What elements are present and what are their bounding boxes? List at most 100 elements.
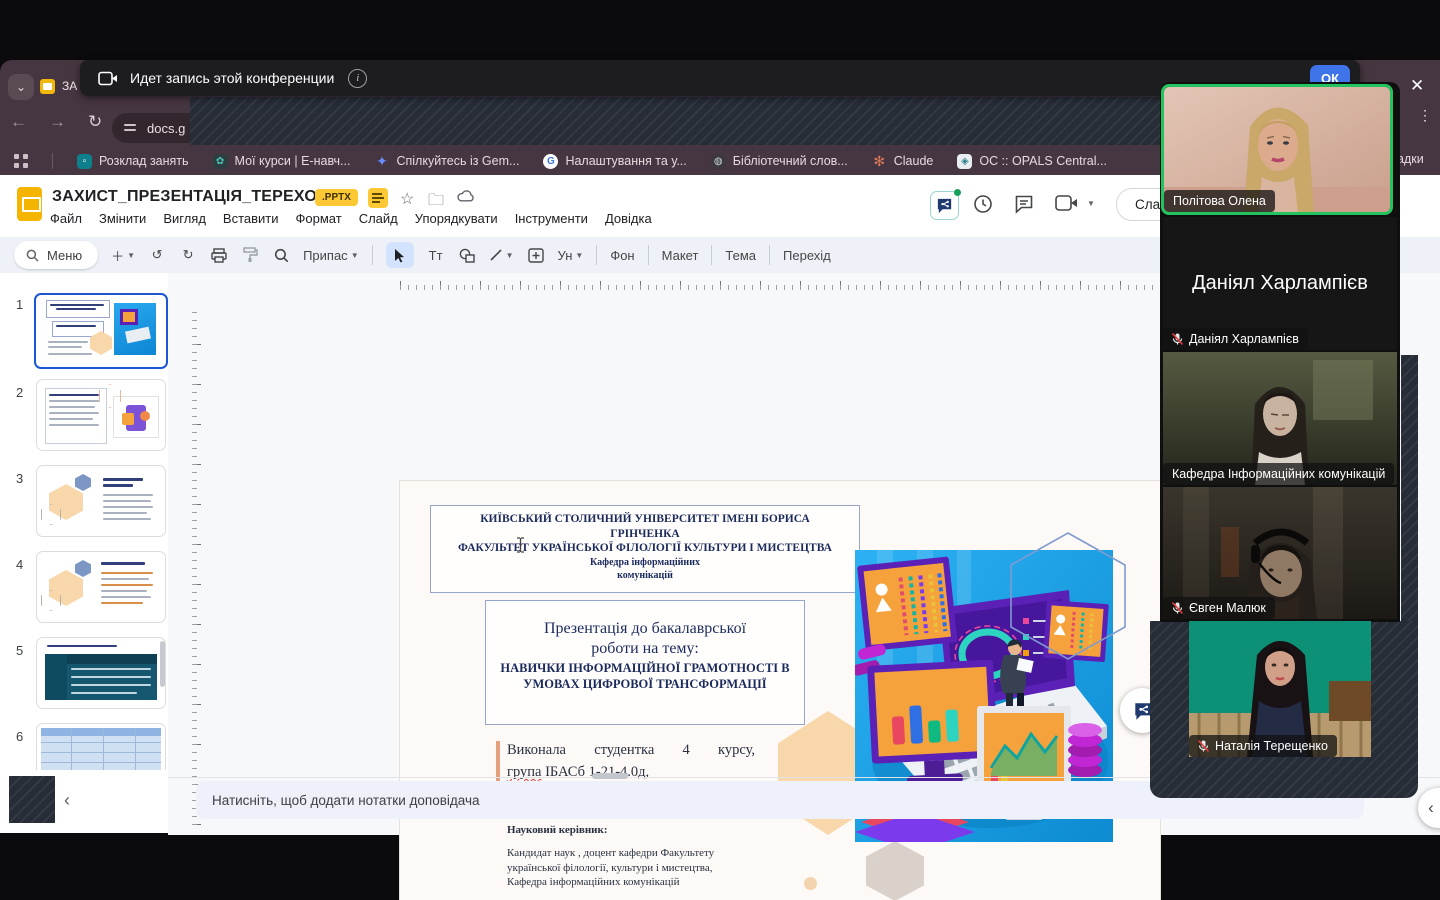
text-cursor bbox=[516, 537, 525, 553]
video-tile-kafedra[interactable]: Кафедра Інформаційних комунікацій bbox=[1163, 352, 1397, 485]
bookmark-opals[interactable]: ◈OC :: OPALS Central... bbox=[957, 154, 1107, 169]
org-line: КИЇВСЬКИЙ СТОЛИЧНИЙ УНІВЕРСИТЕТ ІМЕНІ БО… bbox=[431, 512, 859, 527]
topic-line: УМОВАХ ЦИФРОВОЇ ТРАНСФОРМАЦІЇ bbox=[486, 677, 804, 693]
vertical-ruler bbox=[192, 305, 201, 825]
select-tool-button[interactable] bbox=[386, 242, 414, 268]
text-box-tool[interactable]: Tт bbox=[427, 242, 445, 268]
video-tile-tereshchenko[interactable]: Наталія Терещенко bbox=[1189, 621, 1371, 757]
thumbnail-scrollbar[interactable] bbox=[160, 641, 165, 687]
advisor-label: Науковий керівник: bbox=[507, 824, 755, 836]
muted-mic-icon bbox=[1198, 740, 1209, 752]
theme-button[interactable]: Тема bbox=[725, 242, 756, 268]
menu-help[interactable]: Довідка bbox=[605, 211, 652, 226]
redo-button[interactable]: ↻ bbox=[179, 242, 197, 268]
participant-name-label: Наталія Терещенко bbox=[1189, 735, 1337, 757]
topic-line: роботи на тему: bbox=[486, 639, 804, 659]
slide-thumbnail-2[interactable] bbox=[36, 379, 166, 451]
bookmark-gemini[interactable]: ✦Спілкуйтесь із Gem... bbox=[374, 154, 519, 169]
transition-button[interactable]: Перехід bbox=[783, 242, 831, 268]
thumb-number: 1 bbox=[16, 297, 23, 312]
gemini-spark-icon: ✦ bbox=[374, 154, 389, 169]
thumb-number: 4 bbox=[16, 557, 23, 572]
new-slide-button[interactable]: ＋▼ bbox=[111, 242, 135, 268]
notes-placeholder: Натисніть, щоб додати нотатки доповідача bbox=[212, 793, 480, 808]
guides-tool-dropdown[interactable]: Ун▼ bbox=[558, 242, 584, 268]
forward-icon[interactable]: → bbox=[49, 112, 66, 132]
bookmark-courses[interactable]: ✿Мої курси | Е-навч... bbox=[213, 154, 351, 169]
video-tile-politova[interactable]: Політова Олена bbox=[1161, 84, 1393, 215]
star-icon[interactable]: ☆ bbox=[400, 189, 414, 209]
bookmark-library[interactable]: ◍Бібліотечний слов... bbox=[711, 154, 848, 169]
topic-line: Презентація до бакалаврської bbox=[486, 619, 804, 639]
back-icon[interactable]: ← bbox=[10, 112, 27, 132]
slides-logo[interactable] bbox=[17, 187, 42, 221]
apps-grid-icon[interactable] bbox=[14, 154, 28, 168]
hexagon-decoration bbox=[866, 841, 924, 900]
print-button[interactable] bbox=[210, 242, 228, 268]
menu-format[interactable]: Формат bbox=[296, 211, 342, 226]
chevron-down-icon: ▼ bbox=[1087, 199, 1095, 208]
slide-thumbnail-4[interactable] bbox=[36, 551, 166, 623]
advisor-line: Кандидат наук , доцент кафедри Факультет… bbox=[507, 846, 755, 861]
companion-spark-button[interactable] bbox=[930, 191, 959, 220]
menu-slide[interactable]: Слайд bbox=[359, 211, 398, 226]
cloud-status-icon[interactable] bbox=[457, 189, 475, 208]
slide-topic-textbox[interactable]: Презентація до бакалаврської роботи на т… bbox=[485, 600, 805, 725]
shape-tool[interactable] bbox=[458, 242, 476, 268]
menu-edit[interactable]: Змінити bbox=[99, 211, 146, 226]
slide-thumbnail-3[interactable] bbox=[36, 465, 166, 537]
divider bbox=[769, 245, 770, 265]
participant-name-label: Політова Олена bbox=[1164, 190, 1275, 212]
menu-bar: Файл Змінити Вигляд Вставити Формат Слай… bbox=[50, 211, 652, 226]
insert-image-tool[interactable] bbox=[527, 242, 545, 268]
close-icon[interactable]: ✕ bbox=[1410, 76, 1424, 96]
paint-format-button[interactable] bbox=[241, 242, 259, 268]
notes-resize-handle[interactable] bbox=[592, 773, 628, 779]
org-line: Кафедра інформаційних bbox=[431, 556, 859, 569]
video-tile-kharlampiiev[interactable]: Даніял Харлампієв Даніял Харлампієв bbox=[1163, 217, 1397, 350]
kebab-menu-icon[interactable]: ⋮ bbox=[1418, 112, 1432, 119]
undo-button[interactable]: ↺ bbox=[148, 242, 166, 268]
org-line: ФАКУЛЬТЕТ УКРАЇНСЬКОЇ ФІЛОЛОГІЇ КУЛЬТУРИ… bbox=[431, 541, 859, 556]
slide-thumbnail-1[interactable] bbox=[34, 293, 168, 369]
menu-insert[interactable]: Вставити bbox=[223, 211, 279, 226]
claude-icon: ✻ bbox=[872, 154, 887, 169]
video-tile-maliuk[interactable]: Євген Малюк bbox=[1163, 487, 1397, 619]
recording-text: Идет запись этой конференции bbox=[130, 70, 334, 86]
slide-thumbnail-5[interactable] bbox=[36, 637, 166, 709]
tab-search-chevron-icon[interactable]: ⌄ bbox=[8, 74, 34, 100]
bookmark-settings[interactable]: GНалаштування та у... bbox=[543, 154, 686, 169]
menu-arrange[interactable]: Упорядкувати bbox=[415, 211, 498, 226]
info-icon[interactable]: i bbox=[348, 69, 367, 88]
bookmark-favicon: ◈ bbox=[957, 154, 972, 169]
layout-button[interactable]: Макет bbox=[662, 242, 699, 268]
bookmark-rozklad[interactable]: ▫Розклад занять bbox=[77, 154, 189, 169]
address-text: docs.g bbox=[147, 121, 185, 136]
reload-icon[interactable]: ↻ bbox=[88, 112, 102, 132]
zoom-tool-icon[interactable] bbox=[272, 242, 290, 268]
document-title[interactable]: ЗАХИСТ_ПРЕЗЕНТАЦІЯ_ТЕРЕХОВА1 bbox=[52, 188, 349, 206]
version-history-icon[interactable] bbox=[972, 193, 994, 220]
slide-canvas[interactable]: КИЇВСЬКИЙ СТОЛИЧНИЙ УНІВЕРСИТЕТ ІМЕНІ БО… bbox=[400, 481, 1160, 900]
site-info-icon[interactable] bbox=[124, 121, 138, 135]
divider bbox=[596, 245, 597, 265]
line-tool[interactable]: ▼ bbox=[489, 242, 514, 268]
collapse-thumbnails-chevron[interactable]: ‹ bbox=[64, 790, 70, 811]
slide-title-textbox[interactable]: КИЇВСЬКИЙ СТОЛИЧНИЙ УНІВЕРСИТЕТ ІМЕНІ БО… bbox=[430, 505, 860, 593]
bookmark-claude[interactable]: ✻Claude bbox=[872, 154, 934, 169]
menu-view[interactable]: Вигляд bbox=[163, 211, 206, 226]
menu-file[interactable]: Файл bbox=[50, 211, 82, 226]
background-button[interactable]: Фон bbox=[610, 242, 634, 268]
toolbar-menu-search[interactable]: Меню bbox=[14, 241, 98, 269]
comments-icon[interactable] bbox=[1013, 193, 1035, 220]
pptx-file-icon bbox=[368, 188, 388, 208]
advisor-line: української філології, культури і мистец… bbox=[507, 861, 755, 876]
bookmarks-overflow-label[interactable]: адки bbox=[1397, 152, 1424, 166]
fit-zoom-dropdown[interactable]: Припас▼ bbox=[303, 242, 359, 268]
menu-tools[interactable]: Інструменти bbox=[515, 211, 588, 226]
circle-decoration bbox=[804, 877, 817, 890]
slide-thumbnail-6[interactable] bbox=[36, 723, 166, 770]
slide-author-textbox[interactable]: Виконала студентка 4 курсу, група ІБАСб … bbox=[507, 739, 755, 900]
browser-tab[interactable]: ЗА bbox=[40, 70, 77, 102]
meet-camera-button[interactable]: ▼ bbox=[1055, 194, 1095, 212]
